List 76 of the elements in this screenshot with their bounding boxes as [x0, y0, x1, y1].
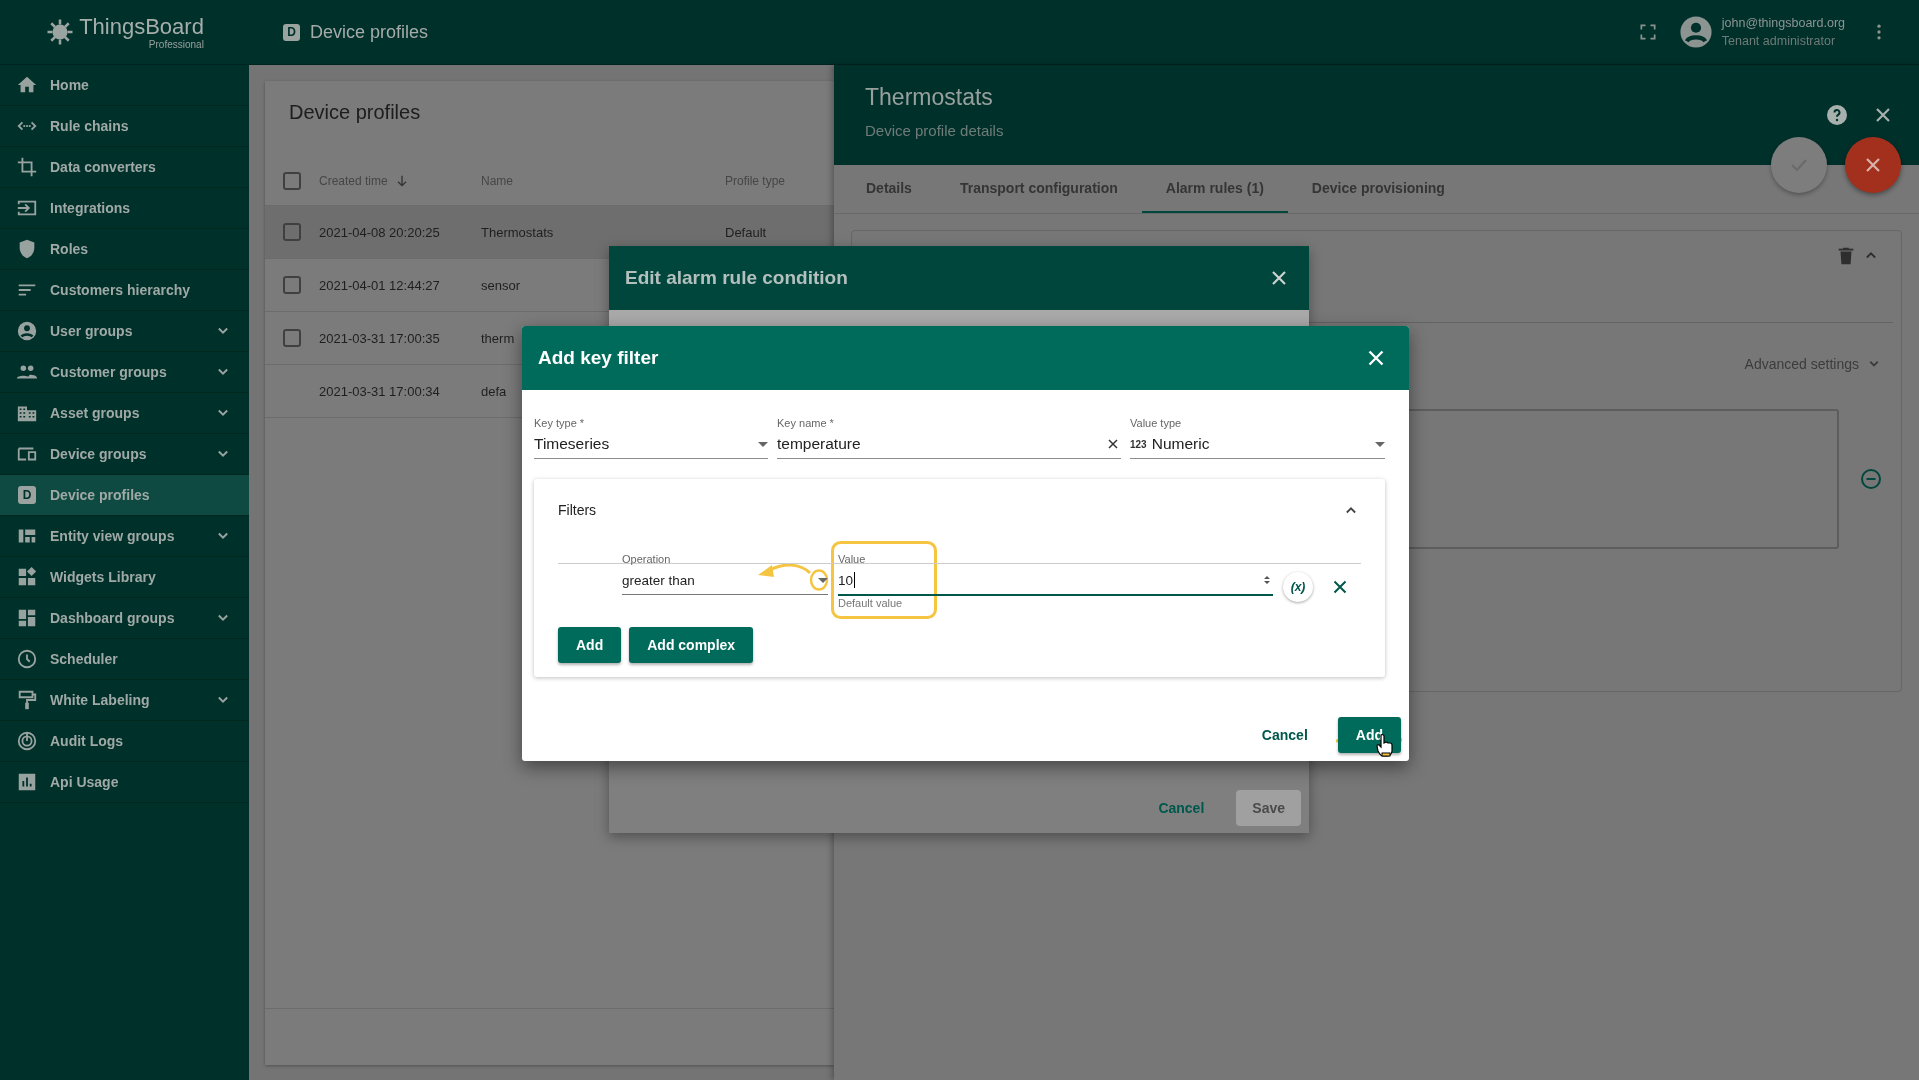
add-button[interactable]: Add: [558, 627, 622, 663]
details-title: Thermostats: [865, 83, 994, 112]
sidebar-item[interactable]: Entity view groups: [0, 516, 249, 557]
field-label: Key type *: [534, 416, 586, 430]
dropdown-caret-icon: [1375, 441, 1385, 447]
account-circle-icon: [16, 320, 38, 342]
field-label: Value type: [1130, 416, 1183, 430]
help-icon[interactable]: [1825, 103, 1849, 127]
sidebar-item[interactable]: Home: [0, 65, 249, 106]
checkbox[interactable]: [283, 329, 301, 347]
field-hint: Default value: [838, 597, 904, 609]
filters-title: Filters: [558, 502, 597, 518]
clock-icon: [16, 648, 38, 670]
select-field[interactable]: Timeseries: [534, 430, 768, 459]
table-cell: 2021-03-31 17:00:35: [319, 330, 440, 346]
number-type-icon: 123: [1130, 438, 1147, 450]
table-row[interactable]: 2021-04-08 20:20:25 Thermostats Default: [265, 206, 834, 259]
select-field[interactable]: greater than: [622, 566, 828, 595]
sidebar-item[interactable]: Widgets Library: [0, 557, 249, 598]
widgets-icon: [16, 566, 38, 588]
sidebar-item[interactable]: Dashboard groups: [0, 598, 249, 639]
sidebar-item[interactable]: User groups: [0, 311, 249, 352]
list-title: Device profiles: [288, 100, 422, 125]
user-email: john@thingsboard.org: [1721, 15, 1845, 32]
sidebar-item[interactable]: Data converters: [0, 147, 249, 188]
sidebar-item[interactable]: Customer groups: [0, 352, 249, 393]
bar-chart-icon: [16, 771, 38, 793]
dropdown-caret-icon: [758, 441, 768, 447]
paint-roller-icon: [16, 689, 38, 711]
add-complex-button[interactable]: Add complex: [629, 627, 754, 663]
dashboard-icon: [16, 607, 38, 629]
confirm-button[interactable]: [1771, 137, 1827, 193]
profile-badge-icon: D: [283, 23, 300, 41]
checkbox[interactable]: [283, 172, 301, 190]
table-cell: sensor: [481, 277, 521, 293]
sidebar-item[interactable]: D Device profiles: [0, 475, 249, 516]
crop-icon: [16, 156, 38, 178]
cancel-button[interactable]: Cancel: [1245, 717, 1324, 753]
profile-badge-icon: D: [18, 486, 36, 504]
field-label: Value: [838, 552, 867, 566]
dynamic-value-button[interactable]: (x): [1283, 572, 1313, 602]
page-title: Device profiles: [310, 21, 429, 43]
field-label: Operation: [622, 552, 672, 566]
sidebar-item[interactable]: Integrations: [0, 188, 249, 229]
table-cell: defa: [481, 383, 507, 399]
details-subtitle: Device profile details: [865, 122, 1004, 139]
dialog-title: Add key filter: [538, 347, 659, 369]
dropdown-caret-icon: [818, 577, 828, 583]
sidebar-item[interactable]: Api Usage: [0, 762, 249, 803]
highlight-ring: [809, 569, 829, 591]
logo-name: ThingsBoard: [79, 14, 204, 39]
table-cell: 2021-04-01 12:44:27: [319, 277, 440, 293]
checkbox[interactable]: [283, 223, 301, 241]
checkbox[interactable]: [283, 276, 301, 294]
sidebar-item[interactable]: White Labeling: [0, 680, 249, 721]
user-role: Tenant administrator: [1721, 33, 1837, 50]
sidebar-item[interactable]: Customers hierarchy: [0, 270, 249, 311]
field-label: Key name *: [777, 416, 835, 430]
input-field[interactable]: 10: [838, 566, 1273, 596]
add-button[interactable]: Add: [1337, 717, 1401, 753]
table-cell: 2021-04-08 20:20:25: [319, 224, 440, 240]
sidebar-item[interactable]: Rule chains: [0, 106, 249, 147]
input-field[interactable]: temperature: [777, 430, 1121, 459]
table-cell: Thermostats: [481, 224, 554, 240]
select-field[interactable]: 123 Numeric: [1130, 430, 1385, 459]
logo-tagline: Professional: [148, 38, 204, 50]
table-cell: Default: [725, 224, 767, 240]
sidebar-item[interactable]: Scheduler: [0, 639, 249, 680]
table-cell: therm: [481, 330, 515, 346]
table-cell: 2021-03-31 17:00:34: [319, 383, 440, 399]
close-button[interactable]: [1845, 137, 1901, 193]
avatar-icon[interactable]: [1678, 15, 1713, 49]
sidebar-item[interactable]: Asset groups: [0, 393, 249, 434]
track-changes-icon: [16, 730, 38, 752]
sidebar-item[interactable]: Audit Logs: [0, 721, 249, 762]
sidebar-item[interactable]: Roles: [0, 229, 249, 270]
